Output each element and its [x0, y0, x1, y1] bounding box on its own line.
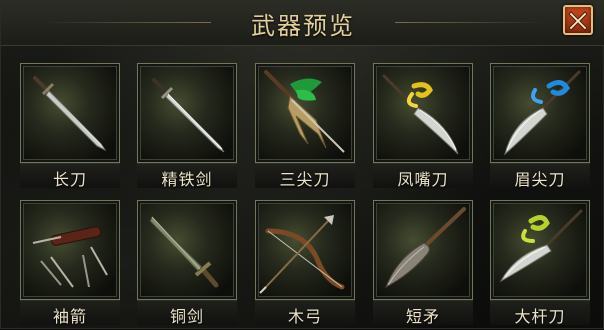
weapon-frame [373, 200, 473, 300]
weapon-slot-short-spear[interactable]: 短矛 [373, 200, 473, 326]
weapon-name: 三尖刀 [279, 170, 331, 189]
weapon-name: 铜剑 [169, 307, 204, 326]
weapon-slot-three-point-blade[interactable]: 三尖刀 [255, 63, 355, 189]
weapon-slot-sleeve-arrow[interactable]: 袖箭 [20, 200, 120, 326]
weapon-name: 袖箭 [52, 307, 87, 326]
weapon-name: 大杆刀 [514, 307, 566, 326]
weapon-label-plate: 短矛 [373, 300, 473, 326]
weapon-slot-long-pole-blade[interactable]: 大杆刀 [490, 200, 590, 326]
weapon-name: 木弓 [287, 307, 322, 326]
weapon-preview-window: 武器预览 长刀 精铁剑 三尖刀 凤嘴刀 眉尖刀 袖箭 铜剑 木弓 短矛 大杆刀 [0, 0, 604, 329]
weapon-label-plate: 凤嘴刀 [373, 163, 473, 189]
weapon-name: 短矛 [405, 307, 440, 326]
weapon-slot-phoenix-beak-blade[interactable]: 凤嘴刀 [373, 63, 473, 189]
weapon-slot-iron-sword[interactable]: 精铁剑 [137, 63, 237, 189]
weapon-frame [20, 63, 120, 163]
weapon-label-plate: 长刀 [20, 163, 120, 189]
weapon-label-plate: 大杆刀 [490, 300, 590, 326]
three-point-blade-icon [264, 70, 345, 153]
long-pole-blade-icon [499, 209, 583, 283]
short-spear-icon [385, 207, 466, 289]
sleeve-arrow-icon [32, 226, 108, 288]
weapon-frame [490, 63, 590, 163]
weapon-frame [255, 200, 355, 300]
weapon-slot-bronze-sword[interactable]: 铜剑 [137, 200, 237, 326]
weapon-label-plate: 精铁剑 [137, 163, 237, 189]
weapon-name: 精铁剑 [161, 170, 213, 189]
weapon-frame [490, 200, 590, 300]
weapon-slot-brow-point-blade[interactable]: 眉尖刀 [490, 63, 590, 189]
weapon-frame [255, 63, 355, 163]
weapon-label-plate: 木弓 [255, 300, 355, 326]
weapon-name: 眉尖刀 [514, 170, 566, 189]
iron-sword-icon [152, 78, 225, 153]
weapon-frame [137, 200, 237, 300]
weapon-name: 凤嘴刀 [397, 170, 449, 189]
weapon-frame [20, 200, 120, 300]
weapon-slot-wooden-bow[interactable]: 木弓 [255, 200, 355, 326]
weapon-label-plate: 三尖刀 [255, 163, 355, 189]
weapon-label-plate: 袖箭 [20, 300, 120, 326]
weapon-slot-long-blade[interactable]: 长刀 [20, 63, 120, 189]
weapon-frame [137, 63, 237, 163]
weapon-label-plate: 眉尖刀 [490, 163, 590, 189]
wooden-bow-icon [259, 215, 345, 294]
weapon-frame [373, 63, 473, 163]
phoenix-beak-blade-icon [382, 74, 459, 155]
weapon-name: 长刀 [52, 170, 87, 189]
brow-point-blade-icon [504, 70, 581, 156]
bronze-sword-icon [149, 216, 219, 288]
weapon-label-plate: 铜剑 [137, 300, 237, 326]
long-blade-icon [33, 76, 107, 152]
weapon-grid: 长刀 精铁剑 三尖刀 凤嘴刀 眉尖刀 袖箭 铜剑 木弓 短矛 大杆刀 [1, 1, 604, 330]
